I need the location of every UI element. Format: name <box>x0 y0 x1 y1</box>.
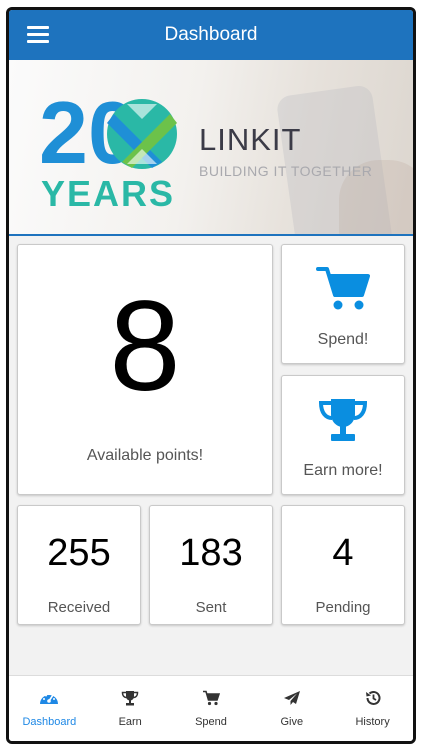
nav-item-history[interactable]: History <box>332 676 413 741</box>
sent-value: 183 <box>179 532 243 574</box>
nav-label-earn: Earn <box>118 716 142 728</box>
received-value: 255 <box>47 532 111 574</box>
woven-circle-mark <box>107 99 177 169</box>
logo-years-text: YEARS <box>41 173 175 208</box>
trophy-icon <box>318 399 368 441</box>
spend-button[interactable]: Spend! <box>281 244 405 364</box>
pending-stat-card: 4 Pending <box>281 505 405 625</box>
dashboard-gauge-icon <box>40 694 59 704</box>
earn-more-button[interactable]: Earn more! <box>281 375 405 495</box>
pending-label: Pending <box>315 599 371 616</box>
sent-stat-card: 183 Sent <box>149 505 273 625</box>
bottom-navigation: Dashboard Earn Spend Give History <box>9 675 413 741</box>
app-header: Dashboard <box>9 10 413 60</box>
nav-item-dashboard[interactable]: Dashboard <box>9 676 90 741</box>
nav-label-history: History <box>355 716 390 728</box>
available-points-card: 8 Available points! <box>17 244 273 495</box>
received-stat-card: 255 Received <box>17 505 141 625</box>
shopping-cart-icon <box>316 267 370 310</box>
nav-label-dashboard: Dashboard <box>22 716 77 728</box>
nav-item-give[interactable]: Give <box>251 676 332 741</box>
paper-plane-icon <box>283 691 300 705</box>
available-points-label: Available points! <box>86 447 204 464</box>
brand-tagline: BUILDING IT TOGETHER <box>199 163 373 179</box>
trophy-icon <box>121 691 139 706</box>
nav-item-earn[interactable]: Earn <box>90 676 171 741</box>
nav-label-give: Give <box>280 716 304 728</box>
page-title: Dashboard <box>164 24 258 45</box>
brand-banner: 20 YEARS LINKIT BUILDING IT TOGETHER <box>9 60 413 236</box>
sent-label: Sent <box>195 599 227 616</box>
pending-value: 4 <box>332 532 354 574</box>
twenty-years-logo: 20 YEARS <box>39 88 177 208</box>
brand-name: LINKIT <box>199 122 302 157</box>
available-points-value: 8 <box>109 275 181 418</box>
shopping-cart-icon <box>202 690 220 706</box>
history-icon <box>365 690 381 705</box>
spend-label: Spend! <box>317 331 369 348</box>
nav-item-spend[interactable]: Spend <box>171 676 252 741</box>
phone-frame: Dashboard 20 YEARS LINKIT BUILDING IT TO… <box>6 7 416 744</box>
earn-more-label: Earn more! <box>303 462 383 479</box>
nav-label-spend: Spend <box>195 716 227 728</box>
received-label: Received <box>47 599 111 616</box>
